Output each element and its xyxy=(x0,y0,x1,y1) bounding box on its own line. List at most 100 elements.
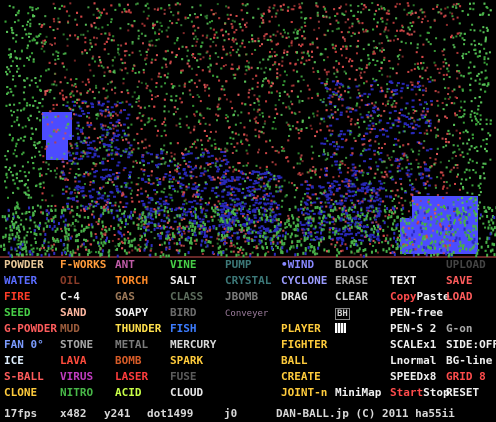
palette-item-speedx8[interactable]: SPEEDx8 xyxy=(390,370,436,383)
palette-item-sand[interactable]: SAND xyxy=(60,306,87,319)
palette-item-start[interactable]: StartStop xyxy=(390,386,450,399)
palette-item-bomb[interactable]: BOMB xyxy=(115,354,142,367)
palette-item-vine[interactable]: VINE xyxy=(170,258,197,271)
palette-item-seed[interactable]: SEED xyxy=(4,306,31,319)
palette-label: ICE xyxy=(4,354,24,367)
palette-item-thunder[interactable]: THUNDER xyxy=(115,322,161,335)
palette-item-scalex1[interactable]: SCALEx1 xyxy=(390,338,436,351)
palette-item-reset[interactable]: RESET xyxy=(446,386,479,399)
palette-label: TORCH xyxy=(115,274,149,287)
palette-item-powder[interactable]: POWDER xyxy=(4,258,44,271)
palette-label: MiniMap xyxy=(335,386,382,399)
palette-label: BH xyxy=(335,308,350,320)
palette-label-secondary: Paste xyxy=(416,290,450,303)
palette-label: LOAD xyxy=(446,290,473,303)
palette-item-laser[interactable]: LASER xyxy=(115,370,148,383)
palette-item-create[interactable]: CREATE xyxy=(281,370,321,383)
palette-label: PLAYER xyxy=(281,322,321,335)
palette-item-stone[interactable]: STONE xyxy=(60,338,93,351)
palette-label: SAND xyxy=(60,306,87,319)
palette-item-lnormal[interactable]: Lnormal xyxy=(390,354,436,367)
palette-item-acid[interactable]: ACID xyxy=(115,386,142,399)
fps-readout: 17fps xyxy=(4,407,38,420)
palette-item-ice[interactable]: ICE xyxy=(4,354,24,367)
palette-item-fire[interactable]: FIRE xyxy=(4,290,31,303)
palette-item-erase[interactable]: ERASE xyxy=(335,274,368,287)
palette-item-class[interactable]: CLASS xyxy=(170,290,203,303)
palette-label: POWDER xyxy=(4,258,44,271)
palette-item-crystal[interactable]: CRYSTAL xyxy=(225,274,271,287)
palette-item-virus[interactable]: VIRUS xyxy=(60,370,93,383)
palette-label: CLONE xyxy=(4,386,38,399)
palette-item-fan-0[interactable]: FAN 0° xyxy=(4,338,44,351)
palette-item-ball[interactable]: BALL xyxy=(281,354,308,367)
palette-item-bh[interactable]: BH xyxy=(335,306,350,321)
palette-item-gas[interactable]: GAS xyxy=(115,290,135,303)
palette-item-fuse[interactable]: FUSE xyxy=(170,370,197,383)
palette-item-mud[interactable]: MUD xyxy=(60,322,80,335)
palette-item-mercury[interactable]: MERCURY xyxy=(170,338,216,351)
palette-item-soapy[interactable]: SOAPY xyxy=(115,306,148,319)
pen-chip-icon xyxy=(335,323,346,333)
palette-item-g-powder[interactable]: G-POWDER xyxy=(4,322,57,335)
joint-count-readout: j0 xyxy=(224,407,238,420)
palette-item-lava[interactable]: LAVA xyxy=(60,354,87,367)
palette-item-upload[interactable]: UPLOAD xyxy=(446,258,486,271)
palette-item-oil[interactable]: OIL xyxy=(60,274,80,287)
palette-item-text[interactable]: TEXT xyxy=(390,274,417,287)
palette-label: S-BALL xyxy=(4,370,44,383)
palette-item-pen-free[interactable]: PEN-free xyxy=(390,306,443,319)
palette-item-block[interactable]: BLOCK xyxy=(335,258,368,271)
palette-label: UPLOAD xyxy=(446,258,486,271)
palette-label: THUNDER xyxy=(115,322,162,335)
palette-item-fish[interactable]: FISH xyxy=(170,322,197,335)
palette-label: OIL xyxy=(60,274,80,287)
palette-item-pen-s-2[interactable]: PEN-S 2 xyxy=(390,322,436,335)
palette-item-f-works[interactable]: F-WORKS xyxy=(60,258,106,271)
palette-label: SOAPY xyxy=(115,306,149,319)
palette-item-metal[interactable]: METAL xyxy=(115,338,148,351)
palette-item-ant[interactable]: ANT xyxy=(115,258,135,271)
palette-label: C-4 xyxy=(60,290,80,303)
palette-item-fighter[interactable]: FIGHTER xyxy=(281,338,327,351)
palette-item-conveyer[interactable]: Conveyer xyxy=(225,306,268,321)
palette-item-spark[interactable]: SPARK xyxy=(170,354,203,367)
palette-item-save[interactable]: SAVE xyxy=(446,274,473,287)
palette-item-salt[interactable]: SALT xyxy=(170,274,197,287)
palette-label: MUD xyxy=(60,322,80,335)
palette-item-side-off[interactable]: SIDE:OFF xyxy=(446,338,496,351)
palette-item-copy[interactable]: CopyPaste xyxy=(390,290,450,303)
palette-item-water[interactable]: WATER xyxy=(4,274,37,287)
palette-item-c-4[interactable]: C-4 xyxy=(60,290,80,303)
palette-label: WATER xyxy=(4,274,38,287)
palette-item-wind[interactable]: •WIND xyxy=(281,258,314,271)
palette-label: NITRO xyxy=(60,386,94,399)
palette-item-joint-n[interactable]: JOINT-n xyxy=(281,386,327,399)
palette-item-minimap[interactable]: MiniMap xyxy=(335,386,381,399)
palette-label: JBOMB xyxy=(225,290,259,303)
palette-label: Copy xyxy=(390,290,417,303)
palette-item-g-on[interactable]: G-on xyxy=(446,322,473,335)
palette-item-clear[interactable]: CLEAR xyxy=(335,290,368,303)
palette-item-nitro[interactable]: NITRO xyxy=(60,386,93,399)
palette-item-chip[interactable] xyxy=(335,322,346,335)
palette-label: PEN-S 2 xyxy=(390,322,437,335)
palette-item-bg-line[interactable]: BG-line xyxy=(446,354,492,367)
palette-item-cyclone[interactable]: CYCLONE xyxy=(281,274,327,287)
palette-item-bird[interactable]: BIRD xyxy=(170,306,197,319)
palette-item-cloud[interactable]: CLOUD xyxy=(170,386,203,399)
sandbox-play-field[interactable] xyxy=(0,0,496,258)
palette-item-grid-8[interactable]: GRID 8 xyxy=(446,370,486,383)
palette-item-jbomb[interactable]: JBOMB xyxy=(225,290,258,303)
palette-item-clone[interactable]: CLONE xyxy=(4,386,37,399)
palette-item-pump[interactable]: PUMP xyxy=(225,258,252,271)
palette-item-torch[interactable]: TORCH xyxy=(115,274,148,287)
palette-label: BG-line xyxy=(446,354,493,367)
palette-label: CYCLONE xyxy=(281,274,328,287)
palette-item-s-ball[interactable]: S-BALL xyxy=(4,370,44,383)
palette-label: LASER xyxy=(115,370,149,383)
palette-label: BOMB xyxy=(115,354,142,367)
palette-item-drag[interactable]: DRAG xyxy=(281,290,308,303)
palette-item-load[interactable]: LOAD xyxy=(446,290,473,303)
palette-item-player[interactable]: PLAYER xyxy=(281,322,321,335)
